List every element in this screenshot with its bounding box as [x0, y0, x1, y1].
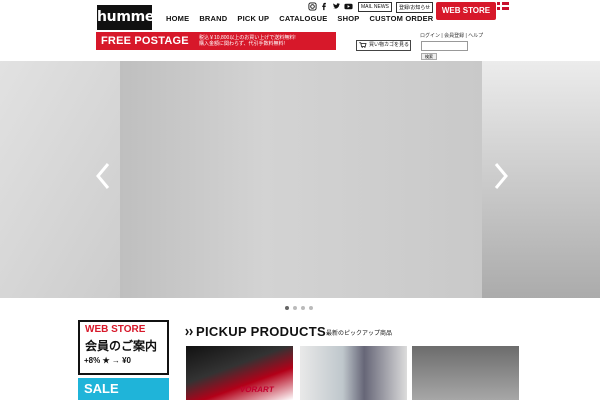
site-header: hummel HOME BRAND PICK UP CATALOGUE SHOP… — [0, 0, 600, 60]
free-postage-title: FREE POSTAGE — [101, 35, 189, 47]
banner-web-store-title: WEB STORE — [85, 324, 146, 335]
free-postage-banner[interactable]: FREE POSTAGE 税込￥10,800以上のお買い上げで送料無料! 購入金… — [96, 32, 336, 50]
nav-item-pickup[interactable]: PICK UP — [237, 14, 269, 23]
nav-item-custom-order[interactable]: CUSTOM ORDER — [369, 14, 433, 23]
slider-dot-2[interactable] — [293, 306, 297, 310]
nav-item-brand[interactable]: BRAND — [199, 14, 227, 23]
hero-slide-main[interactable] — [120, 61, 482, 298]
pickup-products-title: PICKUP PRODUCTS — [196, 324, 326, 339]
view-cart-label: 買い物カゴを見る — [369, 42, 410, 48]
pickup-product-2[interactable] — [300, 346, 407, 400]
web-store-member-banner[interactable]: WEB STORE 会員のご案内 +8% ★ → ¥0 — [78, 320, 169, 375]
social-links — [308, 2, 353, 11]
instagram-icon[interactable] — [308, 2, 317, 11]
free-postage-line2: 購入金額に関わらず、代引手数料無料! — [199, 41, 285, 47]
banner-benefits: +8% ★ → ¥0 — [84, 356, 131, 365]
chevron-right-icon[interactable] — [492, 161, 510, 191]
slider-dot-3[interactable] — [301, 306, 305, 310]
search-input[interactable] — [421, 41, 468, 51]
nav-item-shop[interactable]: SHOP — [337, 14, 359, 23]
pickup-product-3[interactable] — [412, 346, 519, 400]
denmark-flag-icon[interactable] — [497, 2, 509, 10]
page: hummel HOME BRAND PICK UP CATALOGUE SHOP… — [0, 0, 600, 400]
account-links[interactable]: ログイン | 会員登録 | ヘルプ — [420, 32, 483, 39]
twitter-icon[interactable] — [332, 2, 341, 11]
facebook-icon[interactable] — [320, 2, 329, 11]
hero-slider[interactable] — [0, 61, 600, 298]
nav-item-home[interactable]: HOME — [166, 14, 189, 23]
cart-icon — [359, 42, 367, 48]
chevron-left-icon[interactable] — [94, 161, 112, 191]
search-button[interactable]: 検索 — [421, 53, 437, 60]
main-nav: HOME BRAND PICK UP CATALOGUE SHOP CUSTOM… — [166, 14, 443, 23]
mail-news-button[interactable]: MAIL NEWS — [358, 2, 392, 12]
pickup-products-subtitle: 最新のピックアップ商品 — [326, 331, 393, 337]
slider-pagination — [285, 306, 313, 310]
view-cart-button[interactable]: 買い物カゴを見る — [356, 40, 411, 51]
slider-dot-4[interactable] — [309, 306, 313, 310]
free-postage-details: 税込￥10,800以上のお買い上げで送料無料! 購入金額に関わらず、代引手数料無… — [199, 35, 296, 47]
banner-member-guide: 会員のご案内 — [85, 339, 158, 353]
nav-item-catalogue[interactable]: CATALOGUE — [279, 14, 327, 23]
web-store-button[interactable]: WEB STORE — [436, 2, 496, 20]
youtube-icon[interactable] — [344, 2, 353, 11]
register-button[interactable]: 登録/お知らせ — [396, 2, 434, 13]
sale-banner[interactable]: SALE — [78, 378, 169, 400]
product-1-label: VORART — [239, 385, 275, 394]
slider-dot-1[interactable] — [285, 306, 289, 310]
hummel-logo[interactable]: hummel — [97, 5, 159, 30]
double-chevron-icon — [185, 328, 193, 336]
